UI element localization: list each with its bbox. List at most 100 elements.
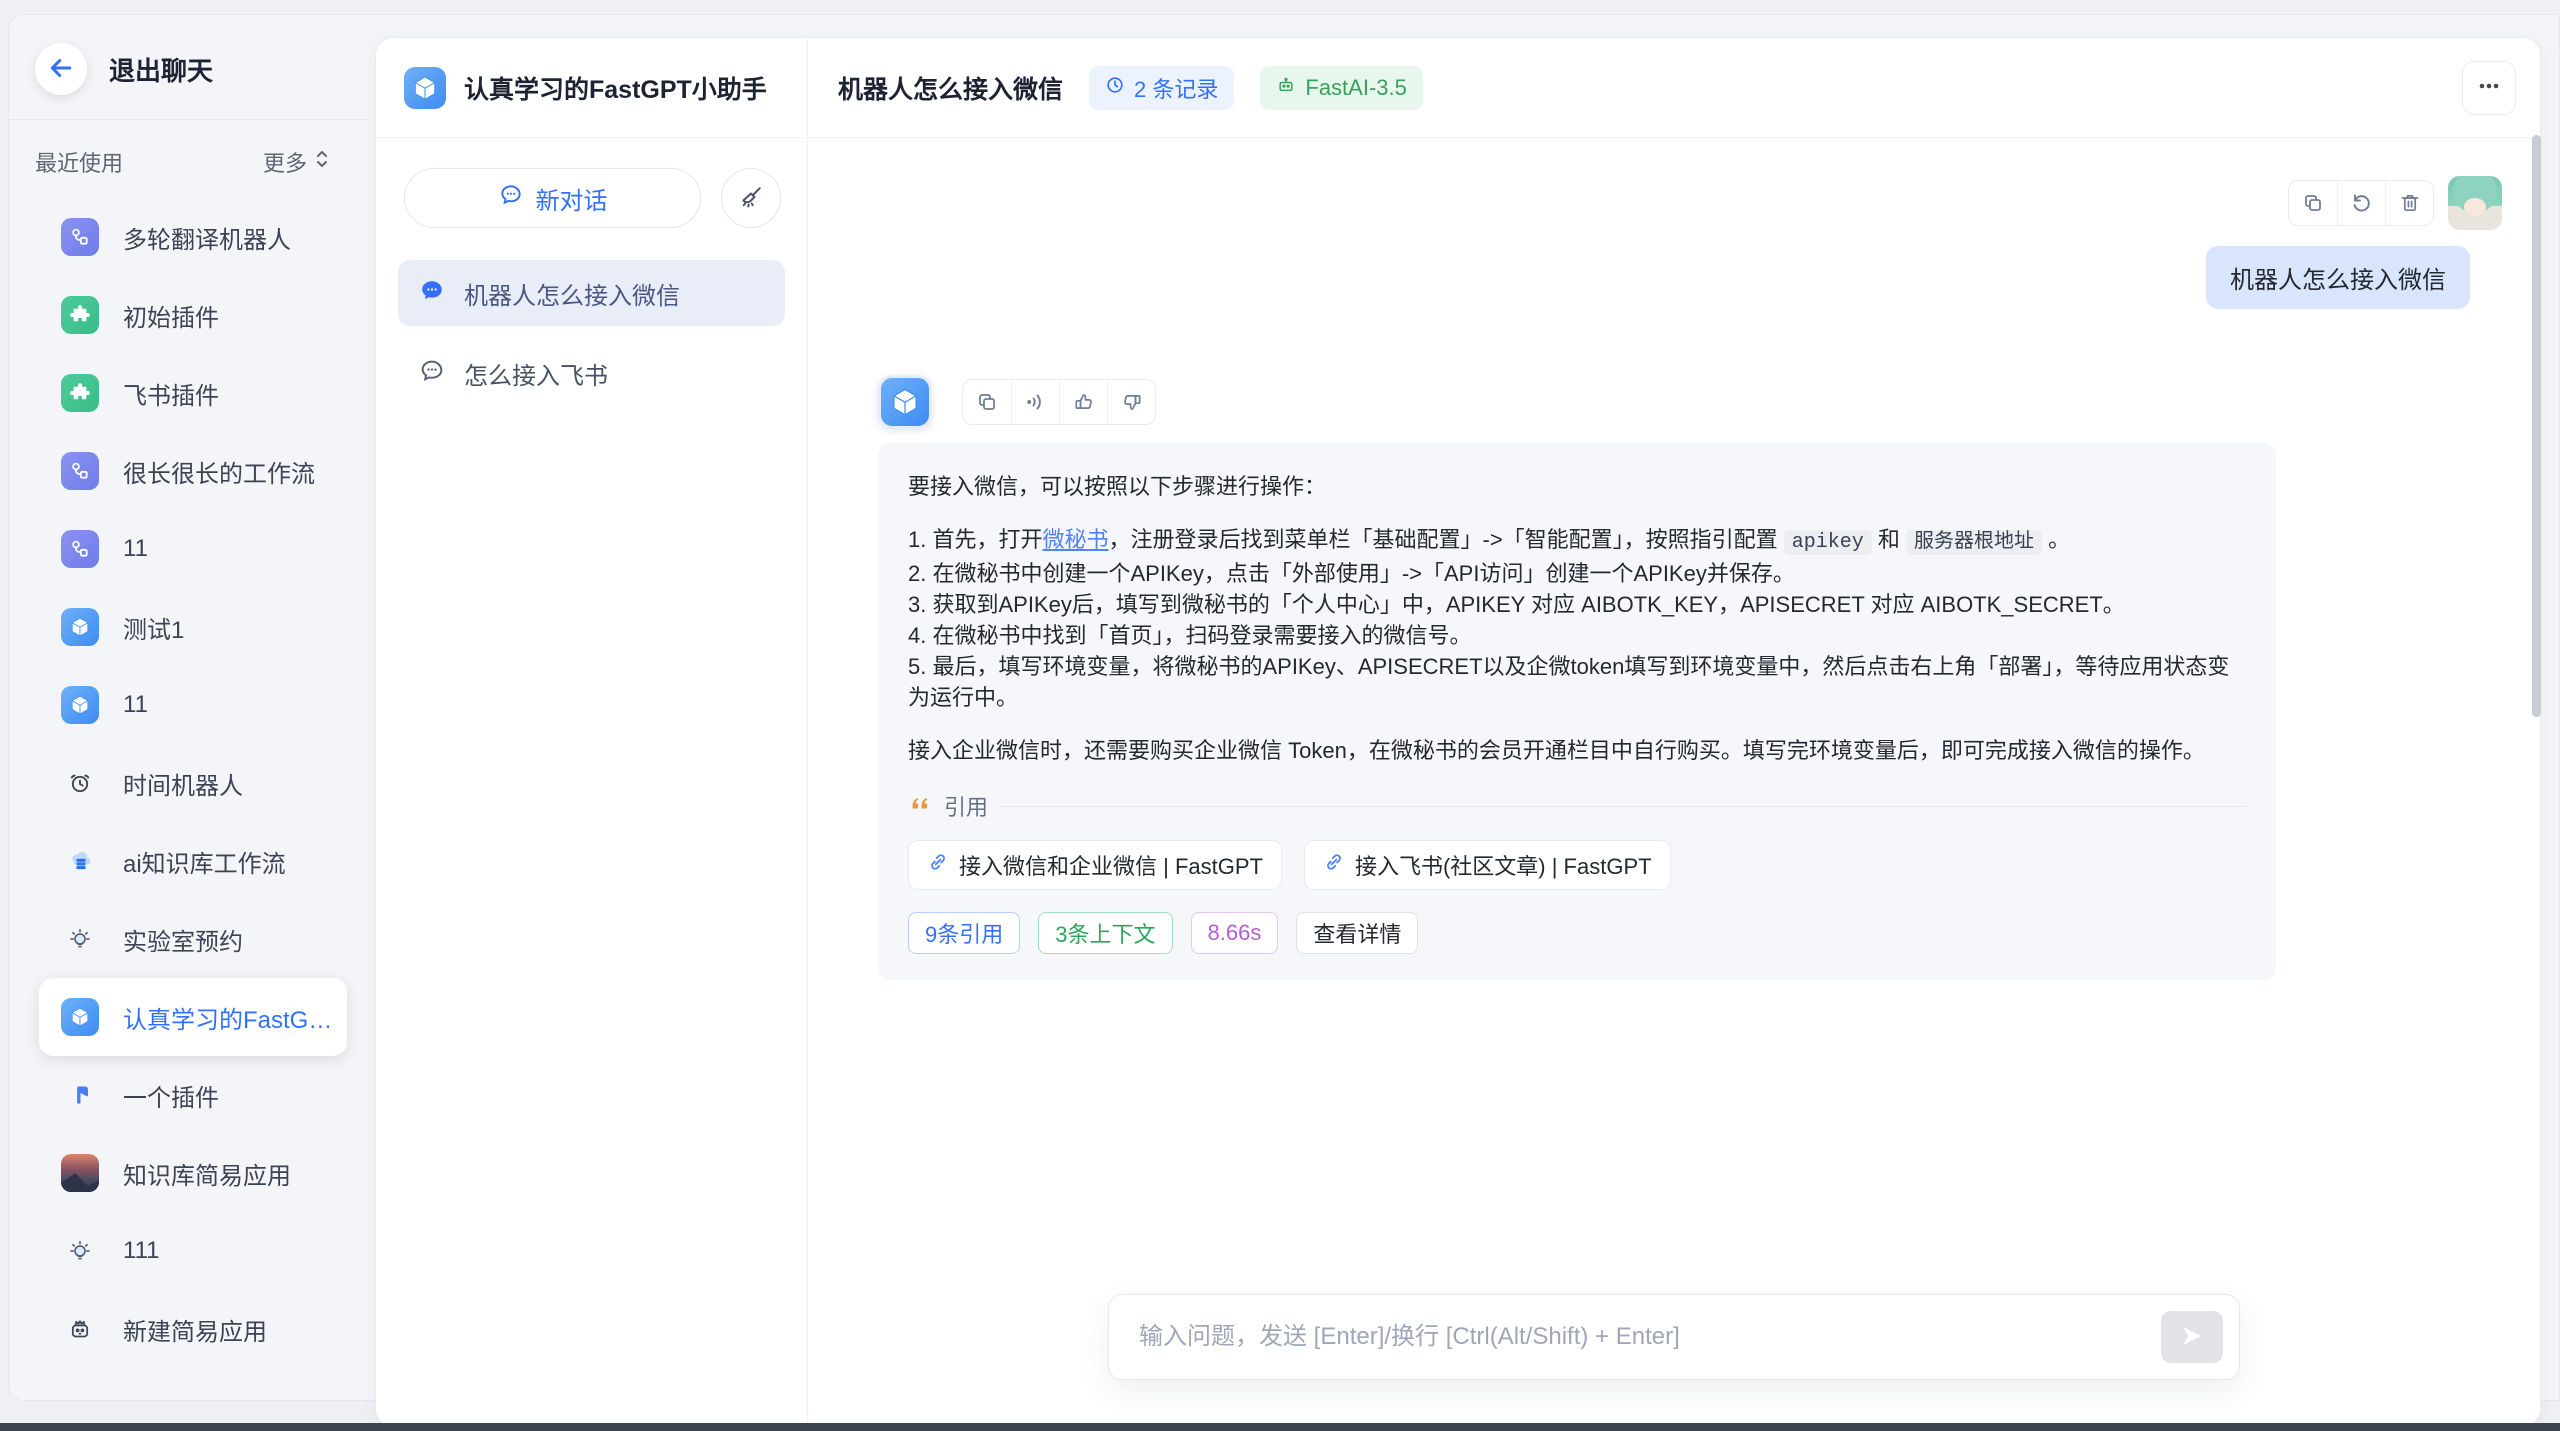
plugin-icon (61, 296, 99, 334)
sidebar-app-label: 飞书插件 (123, 376, 219, 411)
sidebar-app-item[interactable]: 实验室预约 (9, 900, 347, 978)
response-tag[interactable]: 查看详情 (1296, 912, 1418, 954)
sidebar-app-item[interactable]: 新建简易应用 (9, 1290, 347, 1368)
sidebar-app-item[interactable]: 时间机器人 (9, 744, 347, 822)
chat-history-list: 机器人怎么接入微信怎么接入飞书 (376, 246, 807, 420)
history-item-title: 怎么接入飞书 (464, 356, 608, 391)
recent-used-label: 最近使用 (35, 146, 123, 178)
new-chat-button[interactable]: 新对话 (404, 168, 701, 228)
history-item[interactable]: 机器人怎么接入微信 (398, 260, 785, 326)
thumbs-up-icon[interactable] (1059, 380, 1107, 424)
chat-header: 机器人怎么接入微信 2 条记录 FastAI-3.5 (808, 38, 2540, 138)
clock-icon (61, 764, 99, 802)
quote-label: 引用 (944, 790, 988, 822)
delete-icon[interactable] (2385, 181, 2433, 225)
quote-divider (1000, 806, 2246, 807)
citation-chip[interactable]: 接入飞书(社区文章) | FastGPT (1304, 840, 1671, 890)
citation-label: 接入微信和企业微信 | FastGPT (959, 849, 1263, 881)
exit-chat-button[interactable] (35, 43, 87, 95)
ai-intro-text: 要接入微信，可以按照以下步骤进行操作： (908, 471, 2246, 502)
ai-step-text: 在微秘书中创建一个APIKey，点击「外部使用」->「API访问」创建一个API… (932, 561, 1794, 586)
response-tags-row: 9条引用 3条上下文 8.66s 查看详情 (908, 912, 2246, 954)
model-badge-label: FastAI-3.5 (1305, 75, 1406, 101)
link-icon (1323, 851, 1345, 879)
main-panel: 认真学习的FastGPT小助手 新对话 机器人怎么接入微信怎么接入飞书 (375, 37, 2541, 1427)
robot-icon (61, 1310, 99, 1348)
more-sort-button[interactable]: 更多 (263, 146, 331, 178)
sidebar-app-item[interactable]: 11 (9, 666, 347, 744)
inline-link[interactable]: 微秘书 (1042, 527, 1108, 552)
sidebar-app-item[interactable]: 认真学习的FastGPT... (39, 978, 347, 1056)
history-item-title: 机器人怎么接入微信 (464, 276, 680, 311)
sidebar-app-item[interactable]: 知识库简易应用 (9, 1134, 347, 1212)
sidebar-app-item[interactable]: 初始插件 (9, 276, 347, 354)
bulb-icon (61, 1232, 99, 1270)
message-input[interactable] (1109, 1323, 2161, 1351)
ai-step-line: 2. 在微秘书中创建一个APIKey，点击「外部使用」->「API访问」创建一个… (908, 558, 2246, 589)
response-tag[interactable]: 8.66s (1191, 912, 1279, 954)
sidebar-app-label: 时间机器人 (123, 766, 243, 801)
citations-row: 接入微信和企业微信 | FastGPT 接入飞书(社区文章) | FastGPT (908, 840, 2246, 890)
user-message-toolbar (2288, 176, 2502, 230)
sidebar-app-item[interactable]: 很长很长的工作流 (9, 432, 347, 510)
ai-step-text: 最后，填写环境变量，将微秘书的APIKey、APISECRET以及企微token… (908, 654, 2229, 710)
workflow-icon (61, 452, 99, 490)
sidebar-app-item[interactable]: 111 (9, 1212, 347, 1290)
chat-bubble-icon (498, 182, 524, 215)
sidebar-app-label: 一个插件 (123, 1078, 219, 1113)
sidebar-app-item[interactable]: 11 (9, 510, 347, 588)
citation-chip[interactable]: 接入微信和企业微信 | FastGPT (908, 840, 1282, 890)
sidebar-app-label: 认真学习的FastGPT... (123, 1000, 338, 1035)
sidebar-app-label: 很长很长的工作流 (123, 454, 315, 489)
chat-more-button[interactable] (2462, 61, 2516, 115)
sidebar-app-item[interactable]: 一个插件 (9, 1056, 347, 1134)
plugin-icon (61, 374, 99, 412)
sidebar-app-item[interactable]: 测试1 (9, 588, 347, 666)
user-avatar (2448, 176, 2502, 230)
chat-list-column: 认真学习的FastGPT小助手 新对话 机器人怎么接入微信怎么接入飞书 (376, 38, 808, 1426)
model-badge[interactable]: FastAI-3.5 (1260, 66, 1422, 110)
ai-message-bubble: 要接入微信，可以按照以下步骤进行操作： 1. 首先，打开微秘书，注册登录后找到菜… (878, 443, 2276, 980)
clock-icon (1105, 75, 1125, 101)
thumbs-down-icon[interactable] (1107, 380, 1155, 424)
sidebar-app-item[interactable]: 多轮翻译机器人 (9, 198, 347, 276)
ai-step-text: 获取到APIKey后，填写到微秘书的「个人中心」中，APIKEY 对应 AIBO… (932, 592, 2124, 617)
more-label: 更多 (263, 146, 307, 178)
workflow-icon (61, 218, 99, 256)
read-aloud-icon[interactable] (1011, 380, 1059, 424)
retry-icon[interactable] (2337, 181, 2385, 225)
ai-message-toolbar (878, 375, 2502, 429)
ai-step-text: 。 (2042, 527, 2070, 552)
exit-chat-label: 退出聊天 (109, 51, 213, 88)
ai-avatar (878, 375, 932, 429)
sidebar-app-item[interactable]: 飞书插件 (9, 354, 347, 432)
copy-icon[interactable] (963, 380, 1011, 424)
ai-step-text: 和 (1872, 527, 1906, 552)
records-badge[interactable]: 2 条记录 (1089, 66, 1234, 110)
ai-step-text: 首先，打开 (932, 527, 1042, 552)
send-button[interactable] (2161, 1311, 2223, 1363)
sidebar-app-label: 111 (123, 1237, 159, 1265)
send-icon (2178, 1322, 2206, 1353)
copy-icon[interactable] (2289, 181, 2337, 225)
inline-code: 服务器根地址 (1906, 530, 2042, 555)
sidebar-header: 退出聊天 (9, 15, 367, 119)
clear-history-button[interactable] (721, 168, 781, 228)
history-item[interactable]: 怎么接入飞书 (398, 340, 785, 406)
photo-icon (61, 1154, 99, 1192)
ai-step-line: 3. 获取到APIKey后，填写到微秘书的「个人中心」中，APIKEY 对应 A… (908, 589, 2246, 620)
response-tag[interactable]: 9条引用 (908, 912, 1020, 954)
sidebar-app-label: 多轮翻译机器人 (123, 220, 291, 255)
sidebar-app-item[interactable]: ai知识库工作流 (9, 822, 347, 900)
chat-title: 机器人怎么接入微信 (838, 70, 1063, 106)
scrollbar-thumb[interactable] (2532, 135, 2541, 717)
ai-step-text: ，注册登录后找到菜单栏「基础配置」->「智能配置」，按照指引配置 (1109, 527, 1784, 552)
bottom-bar (0, 1423, 2560, 1431)
response-tag[interactable]: 3条上下文 (1038, 912, 1172, 954)
app-list: 多轮翻译机器人初始插件飞书插件很长很长的工作流 11测试111 时间机器人 ai知识库… (9, 188, 367, 1368)
ai-step-line: 5. 最后，填写环境变量，将微秘书的APIKey、APISECRET以及企微to… (908, 651, 2246, 713)
sidebar-app-label: 新建简易应用 (123, 1312, 267, 1347)
sidebar-app-label: ai知识库工作流 (123, 844, 286, 879)
chat-bubble-icon (418, 357, 446, 390)
ai-step-line: 1. 首先，打开微秘书，注册登录后找到菜单栏「基础配置」->「智能配置」，按照指… (908, 524, 2246, 558)
